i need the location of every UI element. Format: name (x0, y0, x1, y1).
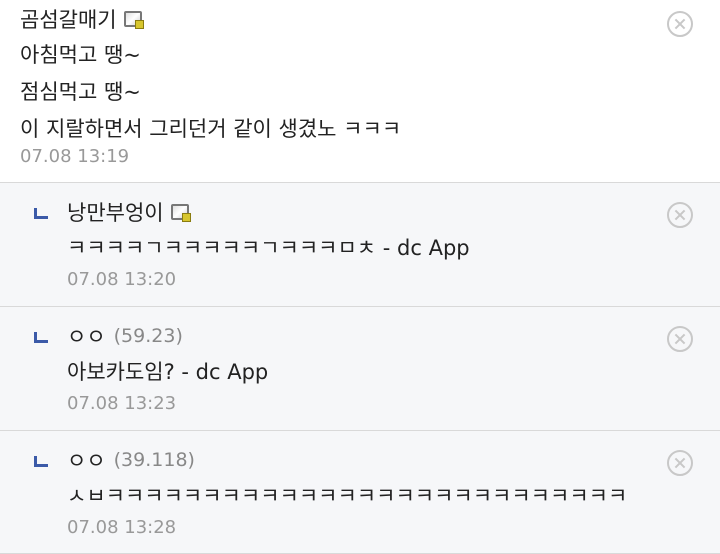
reply-arrow-icon (34, 332, 48, 343)
reply-nickname[interactable]: ㅇㅇ (67, 321, 106, 351)
comment-nickname[interactable]: 곰섬갈매기 (20, 4, 117, 34)
reply-timestamp: 07.08 13:20 (67, 269, 177, 290)
reply-arrow-icon (34, 456, 48, 467)
fixed-nick-icon (170, 204, 191, 222)
comment-line: 이 지랄하면서 그리던거 같이 생겼노 ㅋㅋㅋ (20, 117, 402, 141)
reply-author-row: ㅇㅇ (59.23) (67, 321, 183, 351)
delete-reply-button[interactable] (667, 202, 693, 228)
fixed-nick-icon (123, 11, 144, 29)
reply-body: 아보카도임? - dc App (67, 360, 269, 384)
reply-nickname[interactable]: 낭만부엉이 (67, 197, 164, 227)
reply-ip: (59.23) (113, 325, 183, 347)
comment-timestamp: 07.08 13:19 (20, 146, 130, 167)
reply-nickname[interactable]: ㅇㅇ (67, 445, 106, 475)
reply-item: ㅇㅇ (39.118) ㅅㅂㅋㅋㅋㅋㅋㅋㅋㅋㅋㅋㅋㅋㅋㅋㅋㅋㅋㅋㅋㅋㅋㅋㅋㅋㅋㅋ… (0, 431, 720, 554)
delete-reply-button[interactable] (667, 450, 693, 476)
reply-author-row: 낭만부엉이 (67, 197, 191, 227)
comment-body: 아침먹고 땡~ 점심먹고 땡~ 이 지랄하면서 그리던거 같이 생겼노 ㅋㅋㅋ (20, 37, 401, 148)
reply-timestamp: 07.08 13:23 (67, 393, 177, 414)
reply-body: ㅅㅂㅋㅋㅋㅋㅋㅋㅋㅋㅋㅋㅋㅋㅋㅋㅋㅋㅋㅋㅋㅋㅋㅋㅋㅋㅋㅋㅋ (67, 484, 628, 508)
reply-body: ㅋㅋㅋㅋㄱㅋㅋㅋㅋㅋㄱㅋㅋㅋㅁㅊ - dc App (67, 236, 470, 260)
reply-item: ㅇㅇ (59.23) 아보카도임? - dc App 07.08 13:23 (0, 307, 720, 431)
reply-item: 낭만부엉이 ㅋㅋㅋㅋㄱㅋㅋㅋㅋㅋㄱㅋㅋㅋㅁㅊ - dc App 07.08 13… (0, 183, 720, 307)
reply-author-row: ㅇㅇ (39.118) (67, 445, 195, 475)
reply-arrow-icon (34, 208, 48, 219)
comment-author-row: 곰섬갈매기 (20, 4, 144, 34)
delete-reply-button[interactable] (667, 326, 693, 352)
reply-ip: (39.118) (113, 449, 195, 471)
comment-line: 아침먹고 땡~ (20, 43, 141, 67)
comment-line: 점심먹고 땡~ (20, 80, 141, 104)
comment-item: 곰섬갈매기 아침먹고 땡~ 점심먹고 땡~ 이 지랄하면서 그리던거 같이 생겼… (0, 0, 720, 183)
delete-comment-button[interactable] (667, 11, 693, 37)
reply-timestamp: 07.08 13:28 (67, 517, 177, 538)
